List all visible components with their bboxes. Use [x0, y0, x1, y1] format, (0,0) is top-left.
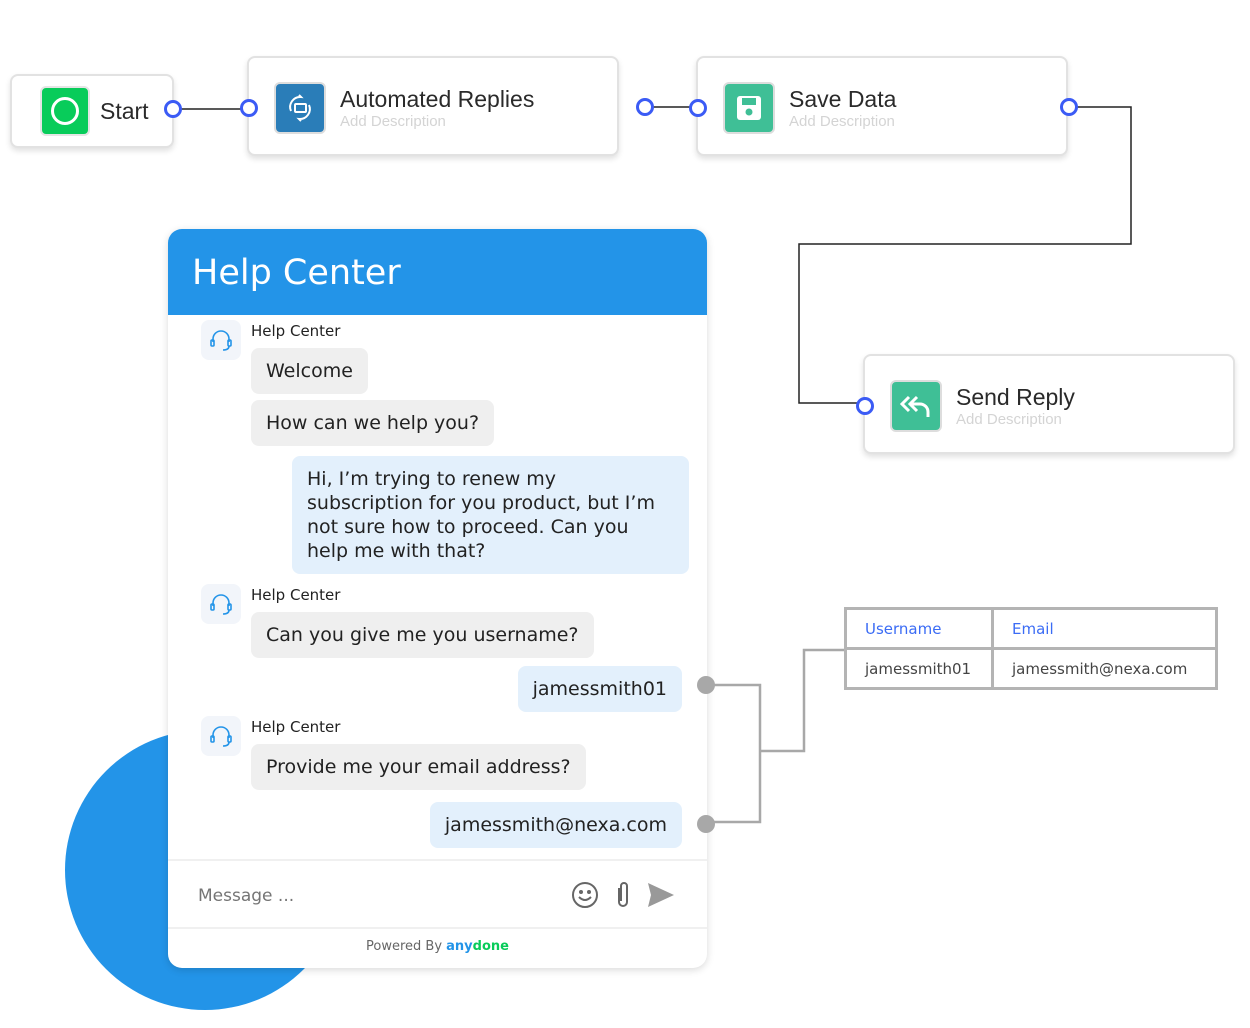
floppy-disk-icon — [723, 82, 775, 134]
sender-name: Help Center — [251, 322, 341, 340]
refresh-message-icon — [274, 82, 326, 134]
data-port-username[interactable] — [697, 676, 715, 694]
send-icon[interactable] — [646, 881, 676, 913]
start-output-port[interactable] — [164, 100, 182, 118]
input-port[interactable] — [240, 99, 258, 117]
user-message: Hi, I’m trying to renew my subscription … — [292, 456, 689, 574]
node-description[interactable]: Add Description — [789, 113, 895, 130]
bot-message: How can we help you? — [251, 400, 495, 446]
chat-widget: Help Center Help Center Welcome How can … — [168, 229, 707, 968]
data-port-email[interactable] — [697, 815, 715, 833]
column-header-email: Email — [991, 607, 1218, 650]
table-header-row: Username Email — [844, 607, 1218, 650]
node-title: Send Reply — [956, 384, 1075, 410]
bot-message: Welcome — [251, 348, 368, 394]
cell-email: jamessmith@nexa.com — [991, 647, 1218, 690]
headset-icon — [201, 716, 241, 756]
table-row: jamessmith01 jamessmith@nexa.com — [844, 647, 1218, 690]
sender-name: Help Center — [251, 586, 341, 604]
node-send-reply[interactable]: Send Reply Add Description — [863, 354, 1235, 454]
start-label: Start — [100, 98, 149, 124]
node-title: Automated Replies — [340, 86, 535, 112]
input-port[interactable] — [856, 397, 874, 415]
output-port[interactable] — [1060, 98, 1078, 116]
output-port[interactable] — [636, 98, 654, 116]
saved-data-table: Username Email jamessmith01 jamessmith@n… — [844, 607, 1218, 690]
anydone-logo[interactable]: anydone — [446, 939, 509, 954]
bot-message: Provide me your email address? — [251, 744, 586, 790]
cell-username: jamessmith01 — [844, 647, 994, 690]
node-automated-replies[interactable]: Automated Replies Add Description — [247, 56, 619, 156]
headset-icon — [201, 320, 241, 360]
headset-icon — [201, 584, 241, 624]
message-input[interactable] — [198, 881, 538, 911]
node-description[interactable]: Add Description — [340, 113, 446, 130]
composer — [168, 859, 707, 929]
node-save-data[interactable]: Save Data Add Description — [696, 56, 1068, 156]
attachment-icon[interactable] — [613, 880, 633, 914]
user-message: jamessmith01 — [517, 666, 682, 712]
bot-message: Can you give me you username? — [251, 612, 594, 658]
connector-data-table — [706, 648, 845, 824]
node-title: Save Data — [789, 86, 897, 112]
reply-all-icon — [890, 380, 942, 432]
powered-by: Powered By anydone — [168, 939, 707, 954]
column-header-username: Username — [844, 607, 994, 650]
powered-by-label: Powered By — [366, 939, 443, 954]
start-icon — [40, 86, 90, 136]
node-description[interactable]: Add Description — [956, 411, 1062, 428]
chat-header: Help Center — [168, 229, 707, 315]
sender-name: Help Center — [251, 718, 341, 736]
start-node[interactable]: Start — [10, 74, 174, 148]
emoji-icon[interactable] — [571, 881, 599, 913]
input-port[interactable] — [689, 99, 707, 117]
user-message: jamessmith@nexa.com — [429, 802, 682, 848]
